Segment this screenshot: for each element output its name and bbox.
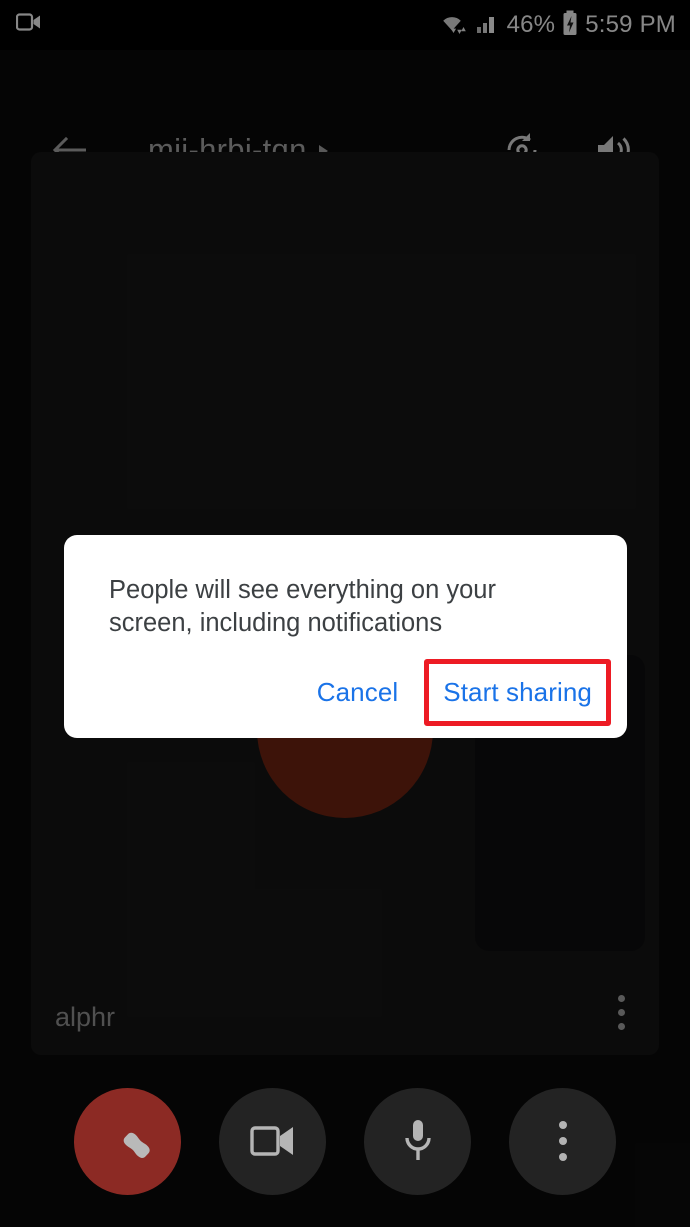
- end-call-button[interactable]: [74, 1087, 181, 1195]
- dialog-actions: Cancel Start sharing: [64, 646, 627, 738]
- microphone-toggle-button[interactable]: [364, 1087, 471, 1195]
- start-sharing-highlight: Start sharing: [424, 658, 611, 726]
- cancel-button[interactable]: Cancel: [299, 665, 417, 720]
- phone-hangup-icon: [102, 1114, 154, 1169]
- more-options-vertical-icon: [558, 1121, 567, 1161]
- dot: [558, 1153, 567, 1161]
- meet-call-screen: 46% 5:59 PM mji-hrbj-tqn alphr People wi…: [0, 0, 690, 1227]
- dialog-message: People will see everything on your scree…: [109, 576, 496, 637]
- microphone-icon: [404, 1120, 431, 1160]
- dot: [558, 1137, 567, 1145]
- video-camera-icon: [249, 1126, 293, 1156]
- start-sharing-button[interactable]: Start sharing: [429, 664, 606, 721]
- more-options-button[interactable]: [509, 1087, 616, 1195]
- screen-share-confirm-dialog: People will see everything on your scree…: [64, 535, 627, 738]
- camera-toggle-button[interactable]: [219, 1087, 326, 1195]
- dot: [558, 1121, 567, 1129]
- call-controls-bar: [0, 1055, 690, 1227]
